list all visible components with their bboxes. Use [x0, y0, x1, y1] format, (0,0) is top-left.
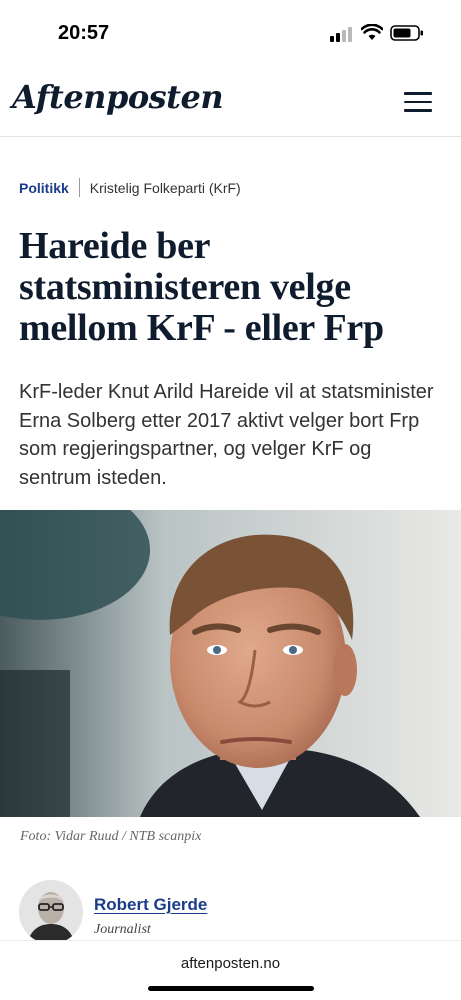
- wifi-icon: [361, 24, 383, 40]
- author-avatar[interactable]: [19, 880, 83, 944]
- browser-url-bar[interactable]: aftenposten.no: [0, 940, 461, 1000]
- hamburger-menu-icon[interactable]: [404, 92, 432, 112]
- site-header: Aftenposten: [0, 64, 461, 137]
- author-name-link[interactable]: Robert Gjerde: [94, 895, 207, 915]
- article-tags: Politikk Kristelig Folkeparti (KrF): [19, 178, 241, 197]
- home-indicator[interactable]: [148, 986, 314, 991]
- article-headline: Hareide ber statsministeren velge mellom…: [19, 225, 384, 349]
- cellular-signal-icon: [330, 26, 354, 42]
- topic-tag-link[interactable]: Kristelig Folkeparti (KrF): [90, 180, 241, 196]
- portrait-photo: [0, 510, 461, 817]
- section-tag-link[interactable]: Politikk: [19, 180, 69, 196]
- author-byline: Robert Gjerde Journalist: [19, 880, 449, 944]
- article-hero-image[interactable]: [0, 510, 461, 817]
- image-caption: Foto: Vidar Ruud / NTB scanpix: [20, 829, 202, 844]
- status-bar: 20:57: [0, 0, 461, 64]
- battery-icon: [390, 25, 423, 41]
- url-text[interactable]: aftenposten.no: [0, 955, 461, 972]
- tag-divider: [78, 178, 80, 197]
- article-lead: KrF-leder Knut Arild Hareide vil at stat…: [19, 381, 434, 489]
- aftenposten-logo[interactable]: Aftenposten: [12, 78, 224, 116]
- status-time: 20:57: [58, 22, 110, 44]
- author-role: Journalist: [94, 922, 151, 937]
